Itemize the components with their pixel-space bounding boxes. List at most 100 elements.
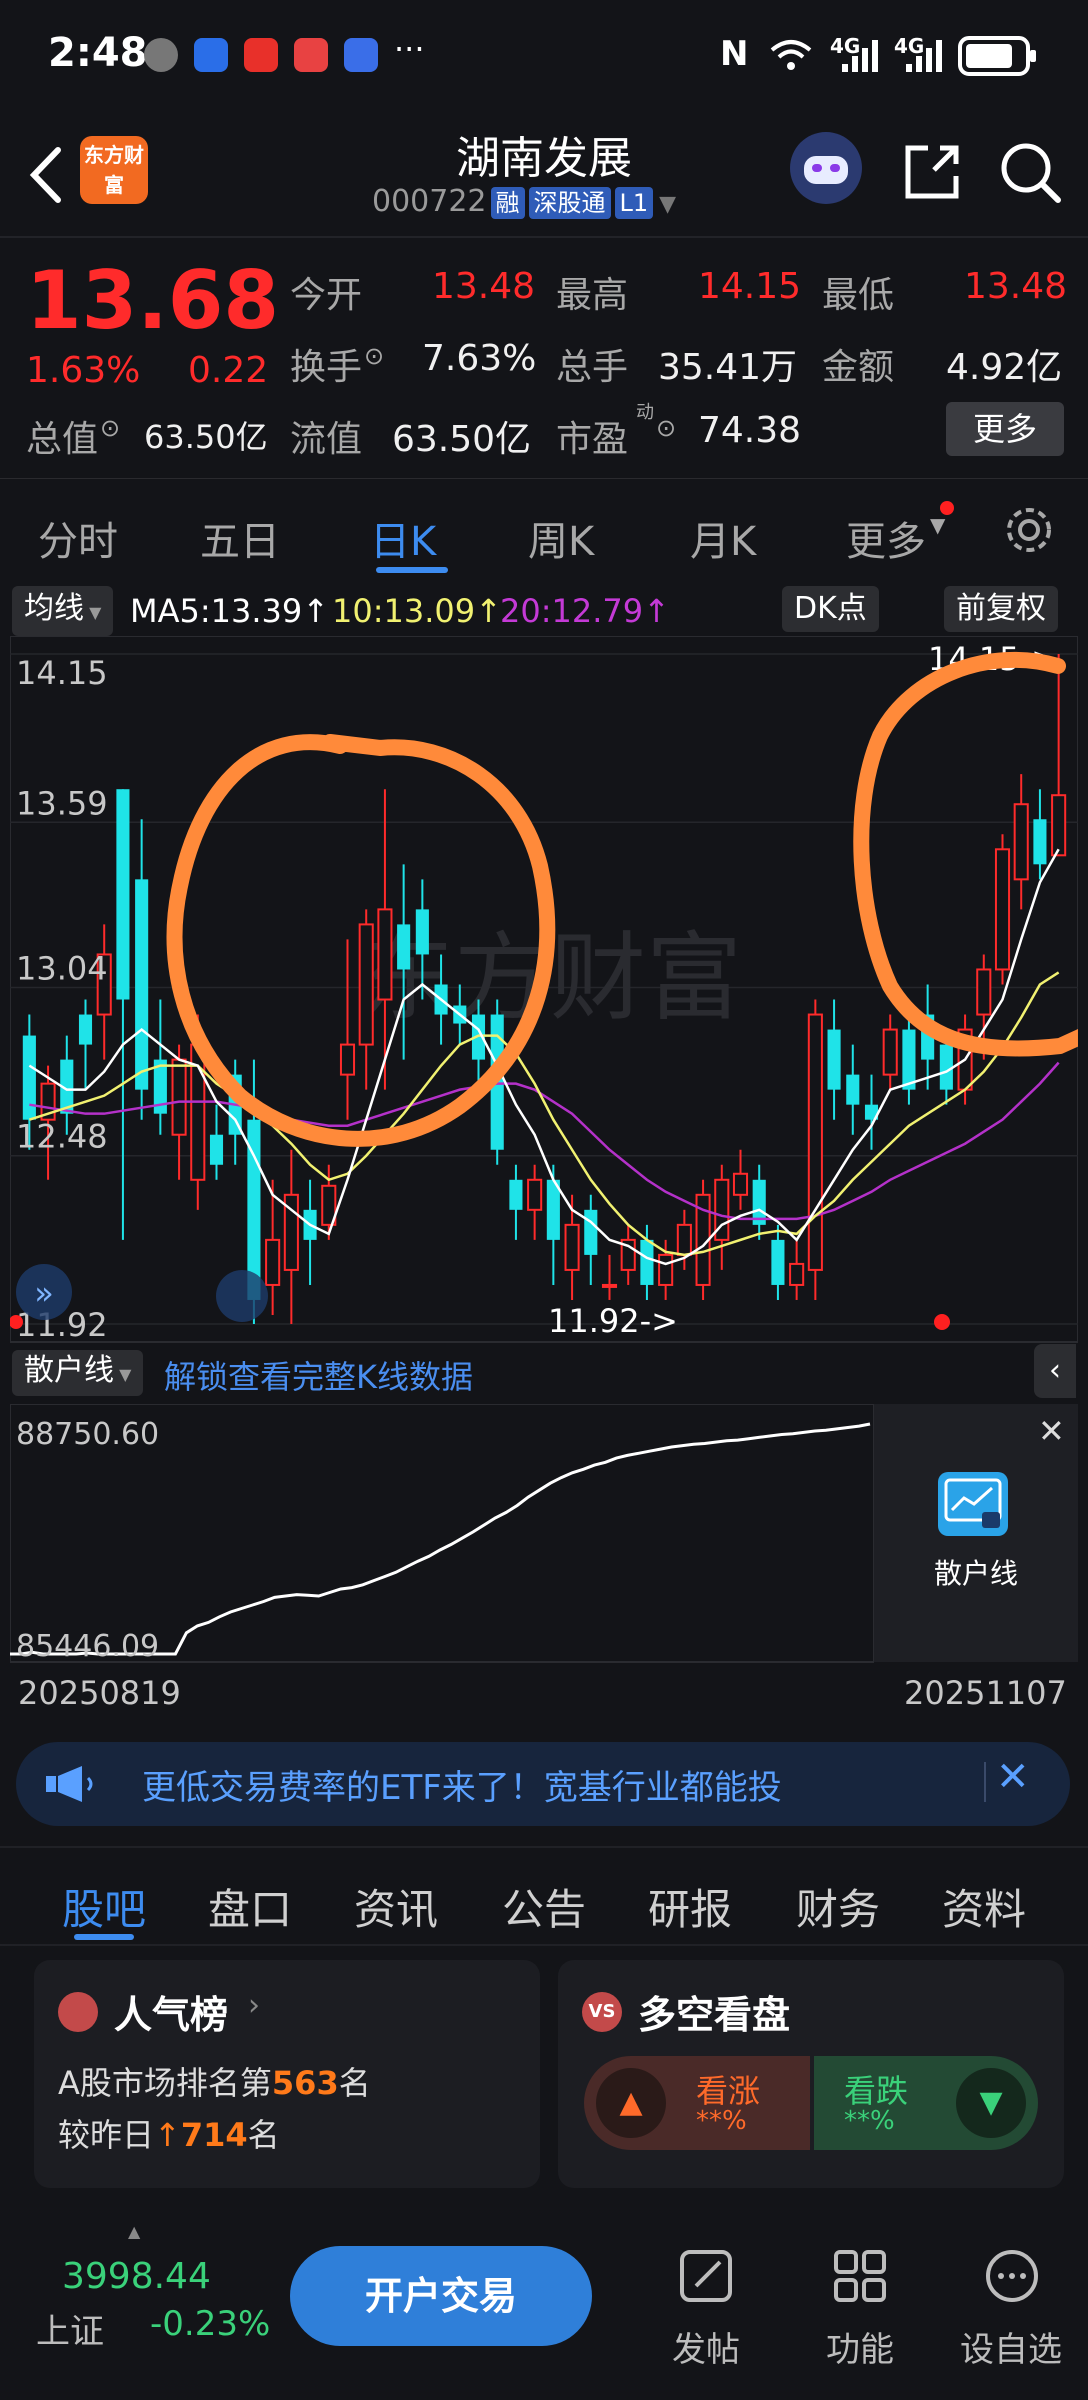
promo-banner[interactable]: 更低交易费率的ETF来了！宽基行业都能投 ✕ (16, 1742, 1070, 1826)
forward-adjust-button[interactable]: 前复权 (944, 586, 1058, 632)
ma-indicator-bar: 均线 ▼ MA5:13.39↑ 10:13.09↑ 20:12.79↑ DK点 … (10, 584, 1078, 636)
bear-value: **% (844, 2106, 895, 2136)
candlestick-chart[interactable]: 东方财富 14.1513.5913.0412.4811.9214.15->11.… (10, 636, 1078, 1346)
y-tick-label: 13.59 (16, 784, 108, 822)
tab-research[interactable]: 研报 (648, 1876, 732, 1937)
candle-body (415, 909, 429, 955)
candle-body (882, 1028, 898, 1076)
post-label[interactable]: 发帖 (672, 2322, 740, 2371)
tab-profile[interactable]: 资料 (942, 1876, 1026, 1937)
turnover-value: 7.63% (422, 338, 537, 379)
volume-label: 总手 (556, 347, 629, 388)
bull-arrow-icon: ▲ (596, 2068, 666, 2138)
event-dot-right (934, 1314, 950, 1330)
low-label: 最低 (822, 275, 895, 316)
info-icon[interactable]: ⊙ (364, 342, 384, 370)
more-quote-button[interactable]: 更多 (946, 402, 1064, 456)
search-icon[interactable] (996, 138, 1064, 206)
change-percent: 1.63% (26, 350, 141, 391)
candle-body (939, 1044, 953, 1090)
index-caret-icon: ▲ (128, 2222, 141, 2241)
bear-button[interactable]: 看跌 **% ▼ (814, 2056, 1038, 2150)
candle-body (339, 1043, 356, 1076)
close-banner-icon[interactable]: ✕ (996, 1754, 1030, 1800)
dropdown-caret-icon[interactable]: ▼ (659, 192, 676, 217)
stock-code: 000722 (372, 184, 487, 219)
draw-tool-icon[interactable] (216, 1270, 268, 1322)
nfc-icon: N (720, 34, 749, 74)
stock-code-row: 000722 融深股通 L1 ▼ (372, 184, 676, 219)
index-value[interactable]: 3998.44 (62, 2256, 211, 2297)
functions-label[interactable]: 功能 (826, 2322, 894, 2371)
retail-line-panel[interactable]: ✕ 散户线 (874, 1404, 1078, 1662)
rank-prefix: A股市场排名第 (58, 2064, 272, 2102)
candle-body (135, 879, 149, 1090)
candle-body (846, 1074, 860, 1105)
add-watchlist-icon[interactable] (982, 2246, 1042, 2306)
tab-announcements[interactable]: 公告 (502, 1876, 586, 1937)
candle-body (209, 1134, 224, 1165)
tab-weekly-k[interactable]: 周K (528, 509, 594, 567)
active-tab-indicator (376, 567, 448, 573)
sentiment-card[interactable]: VS 多空看盘 ▲ 看涨 **% 看跌 **% ▼ (558, 1960, 1064, 2188)
close-icon[interactable]: ✕ (1038, 1412, 1065, 1450)
add-watchlist-label[interactable]: 设自选 (960, 2322, 1062, 2371)
info-icon[interactable]: ⊙ (100, 414, 120, 442)
red-app-icon (244, 38, 278, 72)
sub-axis-top: 88750.60 (16, 1417, 159, 1452)
collapse-panel-icon[interactable]: ‹ (1034, 1344, 1076, 1398)
tab-monthly-k[interactable]: 月K (690, 509, 756, 567)
popularity-card[interactable]: 人气榜 › A股市场排名第563名 较昨日↑714名 (34, 1960, 540, 2188)
tab-intraday[interactable]: 分时 (38, 509, 118, 567)
index-change: -0.23% (150, 2304, 271, 2344)
index-name: 上证 (36, 2312, 104, 2352)
candle-body (509, 1179, 523, 1210)
ma10-value: 10:13.09↑ (332, 592, 502, 630)
bottom-action-bar: ▲ 3998.44 上证 -0.23% 开户交易 发帖 功能 设自选 (0, 2220, 1088, 2400)
x-end-date: 20251107 (904, 1674, 1067, 1712)
functions-grid-icon[interactable] (830, 2246, 890, 2306)
header-divider (0, 236, 1088, 238)
sub-indicator-selector[interactable]: 散户线 ▼ (12, 1350, 144, 1396)
ma-selector[interactable]: 均线 ▼ (12, 586, 114, 636)
candle-body (1033, 819, 1047, 865)
low-marker-label: 11.92-> (548, 1302, 678, 1340)
share-icon[interactable] (900, 140, 964, 204)
tabs-divider (0, 1944, 1088, 1946)
dk-point-button[interactable]: DK点 (782, 586, 879, 632)
tab-daily-k[interactable]: 日K (370, 509, 436, 567)
x-start-date: 20250819 (18, 1674, 181, 1712)
tab-five-day[interactable]: 五日 (200, 509, 280, 567)
ma5-label: MA5:13.39 (130, 592, 303, 630)
info-icon[interactable]: ⊙ (656, 414, 676, 442)
assistant-robot-icon[interactable] (790, 132, 862, 204)
notification-dot (940, 501, 954, 515)
unlock-link[interactable]: 解锁查看完整K线数据 (164, 1352, 473, 1398)
megaphone-icon (46, 1766, 93, 1802)
candle-body (676, 1223, 692, 1256)
post-edit-icon[interactable] (676, 2246, 736, 2306)
wifi-icon (770, 40, 812, 70)
candle-body (994, 848, 1011, 971)
tab-news[interactable]: 资讯 (354, 1876, 438, 1937)
high-value: 14.15 (698, 266, 802, 307)
tab-order-book[interactable]: 盘口 (208, 1876, 292, 1937)
low-value: 13.48 (964, 266, 1068, 307)
bull-button[interactable]: ▲ 看涨 **% (584, 2056, 810, 2150)
rank-change-suffix: 名 (247, 2116, 280, 2154)
candle-body (827, 1029, 841, 1090)
audio-app-icon (194, 38, 228, 72)
tab-more[interactable]: 更多 (846, 509, 926, 567)
y-tick-label: 12.48 (16, 1118, 108, 1156)
tab-financials[interactable]: 财务 (796, 1876, 880, 1937)
settings-gear-icon[interactable] (1002, 503, 1056, 557)
tab-forum[interactable]: 股吧 (62, 1876, 146, 1937)
signal-1-icon (842, 40, 878, 72)
versus-icon: VS (582, 1992, 622, 2032)
banner-divider (984, 1762, 986, 1802)
open-account-button[interactable]: 开户交易 (290, 2246, 592, 2346)
retail-line-chart[interactable]: 88750.60 85446.09 (10, 1404, 874, 1664)
candle-body (1051, 794, 1067, 857)
candle-body (377, 908, 393, 1001)
candle-body (22, 1035, 36, 1120)
